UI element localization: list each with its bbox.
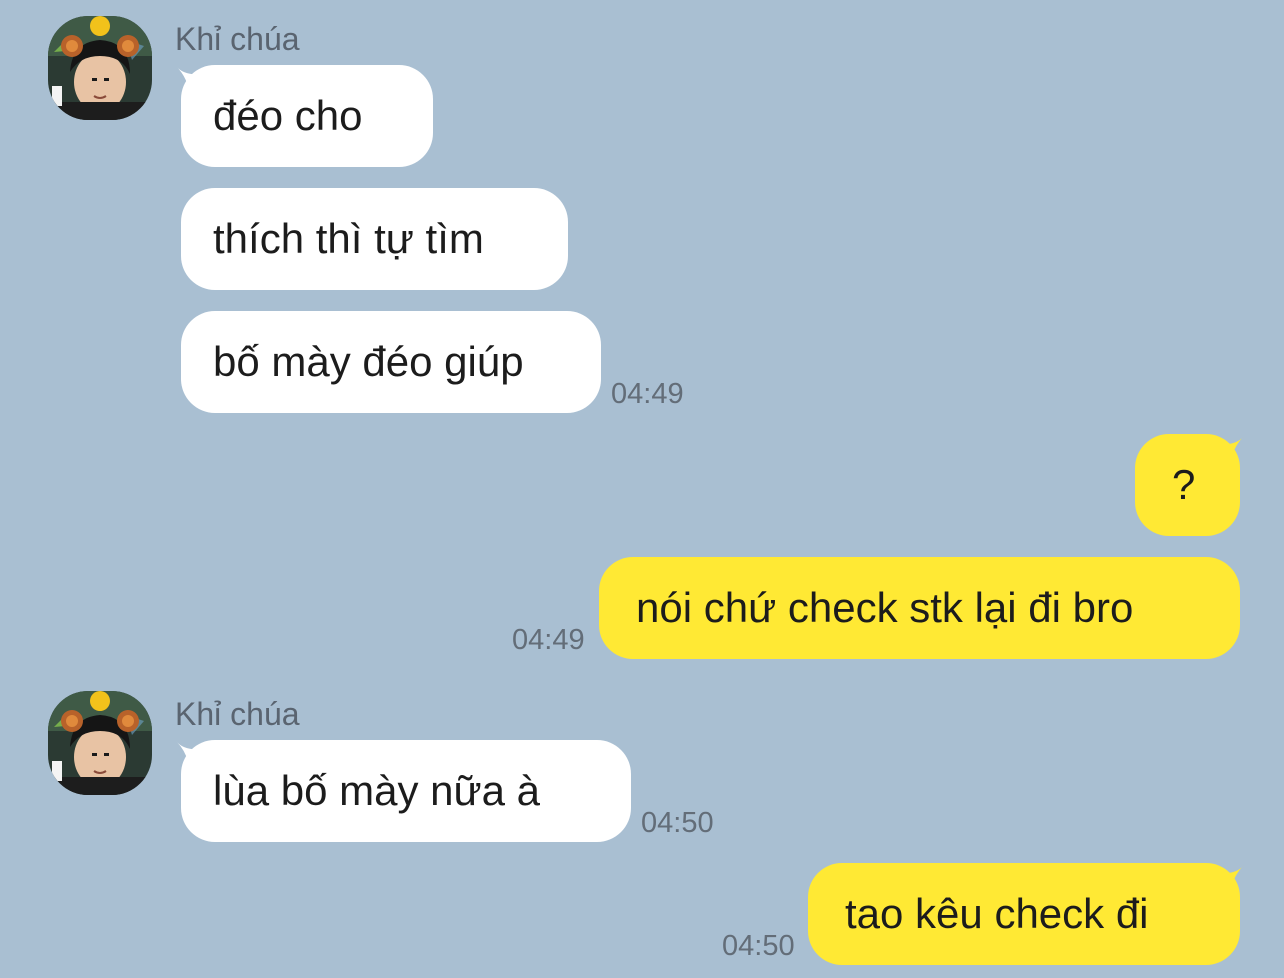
message-timestamp: 04:49 — [611, 378, 684, 410]
sender-avatar[interactable] — [48, 691, 152, 795]
message-timestamp: 04:50 — [641, 807, 714, 839]
message-timestamp: 04:50 — [722, 930, 795, 962]
message-timestamp: 04:49 — [512, 624, 585, 656]
message-bubble-outgoing[interactable]: ? — [1135, 434, 1240, 536]
sender-avatar[interactable] — [48, 16, 152, 120]
message-bubble-outgoing[interactable]: tao kêu check đi — [808, 863, 1240, 965]
monkey-ears-avatar-icon — [48, 16, 152, 120]
sender-name: Khỉ chúa — [175, 21, 300, 57]
monkey-ears-avatar-icon — [48, 691, 152, 795]
message-bubble-incoming[interactable]: đéo cho — [181, 65, 433, 167]
chat-view[interactable]: Khỉ chúa đéo cho thích thì tự tìm bố mày… — [0, 0, 1284, 978]
message-bubble-outgoing[interactable]: nói chứ check stk lại đi bro — [599, 557, 1240, 659]
sender-name: Khỉ chúa — [175, 696, 300, 732]
message-bubble-incoming[interactable]: lùa bố mày nữa à — [181, 740, 631, 842]
message-bubble-incoming[interactable]: thích thì tự tìm — [181, 188, 568, 290]
message-bubble-incoming[interactable]: bố mày đéo giúp — [181, 311, 601, 413]
